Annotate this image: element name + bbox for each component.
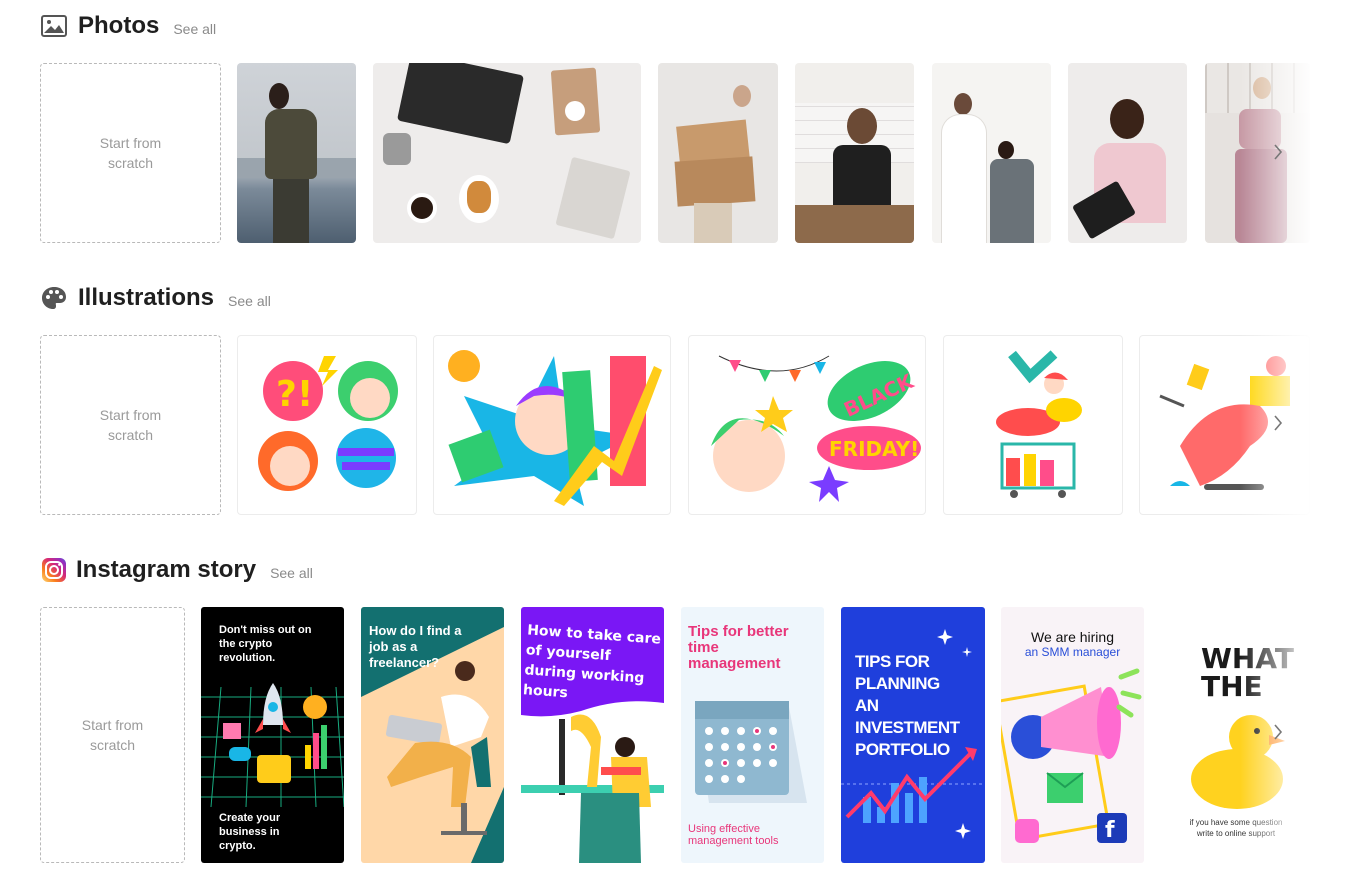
story-text: How do I find a job as a freelancer? — [369, 623, 462, 670]
illustration-thumbnail[interactable]: BLACK FRIDAY! — [688, 335, 926, 515]
see-all-link[interactable]: See all — [173, 21, 216, 37]
section-title: Photos — [78, 12, 160, 39]
chevron-right-icon[interactable] — [1268, 717, 1288, 747]
svg-text:f: f — [1105, 818, 1115, 843]
story-subtitle: Using effective management tools — [688, 823, 779, 847]
story-thumbnail[interactable]: We are hiring an SMM manager f — [1001, 607, 1144, 863]
instagram-row: Start from scratch Don't miss out on the… — [40, 607, 1310, 863]
story-bottom-text: Create your business in crypto. — [219, 812, 281, 852]
scratch-label: Start from scratch — [99, 135, 162, 171]
illustration-thumbnail[interactable] — [433, 335, 671, 515]
story-thumbnail[interactable]: Don't miss out on the crypto revolution.… — [201, 607, 344, 863]
section-title: Instagram story — [76, 556, 257, 583]
instagram-header: Instagram story See all — [40, 554, 313, 586]
story-text: How to take care of yourself during work… — [522, 622, 662, 702]
scratch-label: Start from scratch — [81, 717, 144, 753]
illustration-thumbnail[interactable] — [943, 335, 1123, 515]
illustration-thumbnail[interactable]: ?! — [237, 335, 417, 515]
section-title: Illustrations — [78, 284, 215, 311]
photo-thumbnail[interactable] — [658, 63, 778, 243]
instagram-icon — [40, 556, 68, 584]
story-thumbnail[interactable]: Tips for better time management Using ef… — [681, 607, 824, 863]
photos-row: Start from scratch — [40, 63, 1310, 243]
palette-icon — [40, 284, 68, 312]
photo-thumbnail[interactable] — [373, 63, 641, 243]
chevron-right-icon[interactable] — [1268, 408, 1288, 438]
photo-thumbnail[interactable] — [1068, 63, 1187, 243]
photo-thumbnail[interactable] — [795, 63, 914, 243]
story-thumbnail[interactable]: TIPS FOR PLANNING AN INVESTMENT PORTFOLI… — [841, 607, 985, 863]
start-from-scratch-button[interactable]: Start from scratch — [40, 335, 221, 515]
photo-thumbnail[interactable] — [237, 63, 356, 243]
illustrations-row: Start from scratch ?! BLACK FRIDAY! — [40, 335, 1310, 515]
chevron-right-icon[interactable] — [1268, 137, 1288, 167]
svg-text:FRIDAY!: FRIDAY! — [829, 437, 919, 461]
story-thumbnail[interactable]: How to take care of yourself during work… — [521, 607, 664, 863]
see-all-link[interactable]: See all — [270, 565, 313, 581]
image-icon — [40, 12, 68, 40]
illustrations-header: Illustrations See all — [40, 282, 271, 314]
start-from-scratch-button[interactable]: Start from scratch — [40, 607, 185, 863]
photo-thumbnail[interactable] — [932, 63, 1051, 243]
svg-text:?!: ?! — [276, 374, 313, 415]
story-small-text: if you have some question write to onlin… — [1189, 818, 1283, 838]
see-all-link[interactable]: See all — [228, 293, 271, 309]
start-from-scratch-button[interactable]: Start from scratch — [40, 63, 221, 243]
story-top-text: Don't miss out on the crypto revolution. — [219, 624, 312, 664]
photo-thumbnail[interactable] — [1205, 63, 1310, 243]
photos-header: Photos See all — [40, 10, 216, 42]
scratch-label: Start from scratch — [99, 407, 162, 443]
story-thumbnail[interactable]: How do I find a job as a freelancer? — [361, 607, 504, 863]
